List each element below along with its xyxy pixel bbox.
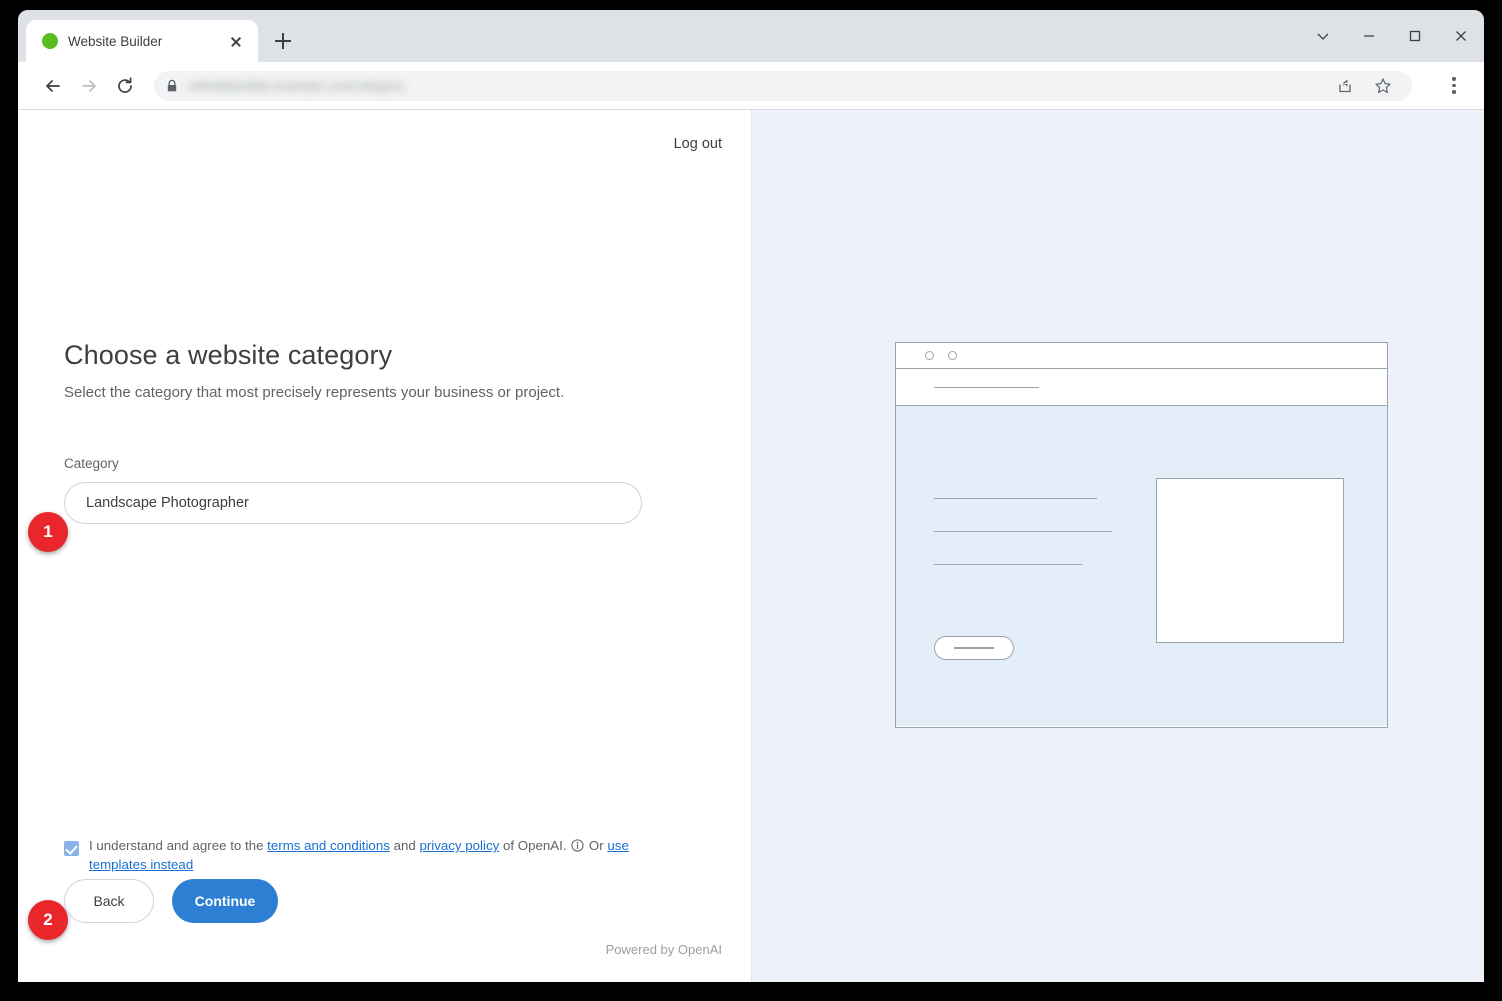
browser-toolbar: websitebuilder.example.com/category xyxy=(18,62,1484,110)
window-controls xyxy=(1300,10,1484,62)
lock-icon xyxy=(166,79,178,93)
close-icon[interactable] xyxy=(226,31,246,51)
terms-text: I understand and agree to the terms and … xyxy=(89,830,684,873)
terms-checkbox[interactable] xyxy=(64,841,79,856)
category-field-label: Category xyxy=(64,456,664,471)
wireframe-dot xyxy=(925,351,934,360)
three-dot-menu-icon[interactable] xyxy=(1438,70,1470,102)
annotation-badge-1: 1 xyxy=(28,512,68,552)
address-bar[interactable]: websitebuilder.example.com/category xyxy=(154,71,1412,101)
page-viewport: Log out Choose a website category Select… xyxy=(18,110,1484,982)
wireframe-text-line xyxy=(934,531,1112,532)
terms-and-conditions-link[interactable]: terms and conditions xyxy=(267,838,390,853)
wireframe-body xyxy=(896,406,1387,726)
page-subtitle: Select the category that most precisely … xyxy=(64,384,664,401)
share-icon[interactable] xyxy=(1328,69,1362,103)
chevron-down-icon[interactable] xyxy=(1300,10,1346,62)
close-icon[interactable] xyxy=(1438,10,1484,62)
wireframe-titlebar xyxy=(896,343,1387,369)
maximize-icon[interactable] xyxy=(1392,10,1438,62)
star-icon[interactable] xyxy=(1366,69,1400,103)
back-nav-icon[interactable] xyxy=(36,69,70,103)
terms-suffix: of OpenAI. xyxy=(499,838,570,853)
wireframe-text-lines xyxy=(934,498,1112,565)
page-title: Choose a website category xyxy=(64,340,664,371)
website-wireframe-preview xyxy=(895,342,1388,728)
wireframe-text-line xyxy=(934,498,1097,499)
preview-pane xyxy=(751,110,1484,982)
tab-strip: Website Builder xyxy=(18,10,1484,62)
omnibox-actions xyxy=(1328,69,1400,103)
tab-title: Website Builder xyxy=(68,34,216,49)
wireframe-button-line xyxy=(954,647,994,649)
category-input[interactable] xyxy=(64,482,642,524)
screenshot-root: Website Builder xyxy=(0,0,1502,1001)
form-pane: Log out Choose a website category Select… xyxy=(18,110,751,982)
info-icon[interactable] xyxy=(571,839,584,856)
terms-prefix: I understand and agree to the xyxy=(89,838,267,853)
powered-by-footer: Powered by OpenAI xyxy=(606,942,722,957)
wireframe-image-placeholder xyxy=(1156,478,1344,643)
url-text: websitebuilder.example.com/category xyxy=(188,78,1324,93)
form-block: Choose a website category Select the cat… xyxy=(64,340,664,524)
wireframe-dot xyxy=(948,351,957,360)
terms-or-label: Or xyxy=(585,838,607,853)
wireframe-text-line xyxy=(934,564,1082,565)
terms-middle: and xyxy=(390,838,420,853)
terms-row: I understand and agree to the terms and … xyxy=(64,830,684,873)
wireframe-navbar xyxy=(896,369,1387,406)
forward-nav-icon[interactable] xyxy=(72,69,106,103)
continue-button[interactable]: Continue xyxy=(172,879,278,923)
minimize-icon[interactable] xyxy=(1346,10,1392,62)
wireframe-nav-line xyxy=(934,387,1039,388)
privacy-policy-link[interactable]: privacy policy xyxy=(419,838,499,853)
annotation-badge-2: 2 xyxy=(28,900,68,940)
logout-link[interactable]: Log out xyxy=(674,136,722,152)
reload-icon[interactable] xyxy=(108,69,142,103)
browser-window: Website Builder xyxy=(18,10,1484,982)
new-tab-button[interactable] xyxy=(268,26,298,56)
back-button[interactable]: Back xyxy=(64,879,154,923)
browser-tab[interactable]: Website Builder xyxy=(26,20,258,62)
wireframe-cta-button xyxy=(934,636,1014,660)
actions-row: Back Continue xyxy=(64,879,278,923)
globe-favicon xyxy=(42,33,58,49)
